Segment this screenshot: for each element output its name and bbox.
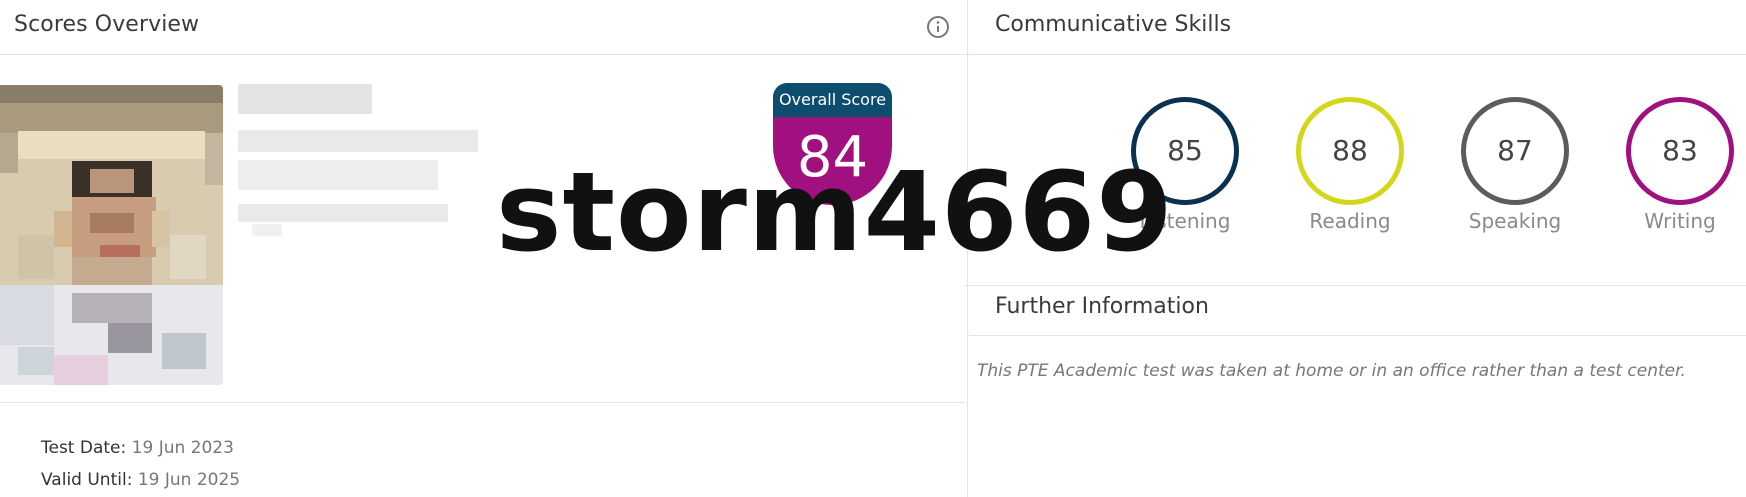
- communicative-skills-title: Communicative Skills: [995, 12, 1232, 37]
- skill-name: Reading: [1309, 209, 1391, 233]
- valid-until-value: 19 Jun 2025: [137, 470, 241, 490]
- label-separator: :: [120, 438, 132, 458]
- skill-score: 87: [1497, 134, 1533, 167]
- valid-until-label: Valid Until: [41, 470, 127, 490]
- communicative-skills-header: Communicative Skills: [969, 0, 1746, 55]
- further-information-note: This PTE Academic test was taken at home…: [977, 361, 1686, 381]
- redacted-photo-image: [0, 85, 223, 385]
- valid-until-row: Valid Until: 19 Jun 2025: [41, 468, 240, 497]
- further-info-divider: [964, 285, 1746, 286]
- test-dates: Test Date: 19 Jun 2023 Valid Until: 19 J…: [41, 436, 240, 497]
- skill-name: Writing: [1644, 209, 1716, 233]
- info-icon[interactable]: [926, 15, 950, 39]
- further-info-divider: [969, 335, 1746, 336]
- redacted-detail-line: [238, 204, 448, 222]
- skill-writing: 83 Writing: [1621, 97, 1741, 237]
- candidate-photo: [0, 85, 223, 385]
- further-information-title: Further Information: [995, 294, 1209, 319]
- test-date-label: Test Date: [41, 438, 121, 458]
- overall-score-label: Overall Score: [773, 83, 892, 117]
- section-divider: [0, 402, 965, 403]
- skill-score: 83: [1662, 134, 1698, 167]
- watermark-text: storm4669: [496, 148, 1174, 276]
- skill-name: Speaking: [1468, 209, 1562, 233]
- scores-overview-header: Scores Overview: [0, 0, 968, 55]
- test-date-row: Test Date: 19 Jun 2023: [41, 436, 240, 468]
- redacted-detail-line: [252, 224, 282, 236]
- redacted-detail-line: [238, 130, 478, 152]
- redacted-candidate-name: [238, 84, 372, 114]
- scores-overview-title: Scores Overview: [14, 12, 200, 37]
- skill-score: 88: [1332, 134, 1368, 167]
- label-separator: :: [126, 470, 138, 490]
- redacted-detail-line: [238, 160, 438, 190]
- skill-reading: 88 Reading: [1291, 97, 1411, 237]
- score-report: Scores Overview Overall Score 84 Test Da…: [0, 0, 1746, 497]
- test-date-value: 19 Jun 2023: [131, 438, 234, 458]
- skill-speaking: 87 Speaking: [1456, 97, 1576, 237]
